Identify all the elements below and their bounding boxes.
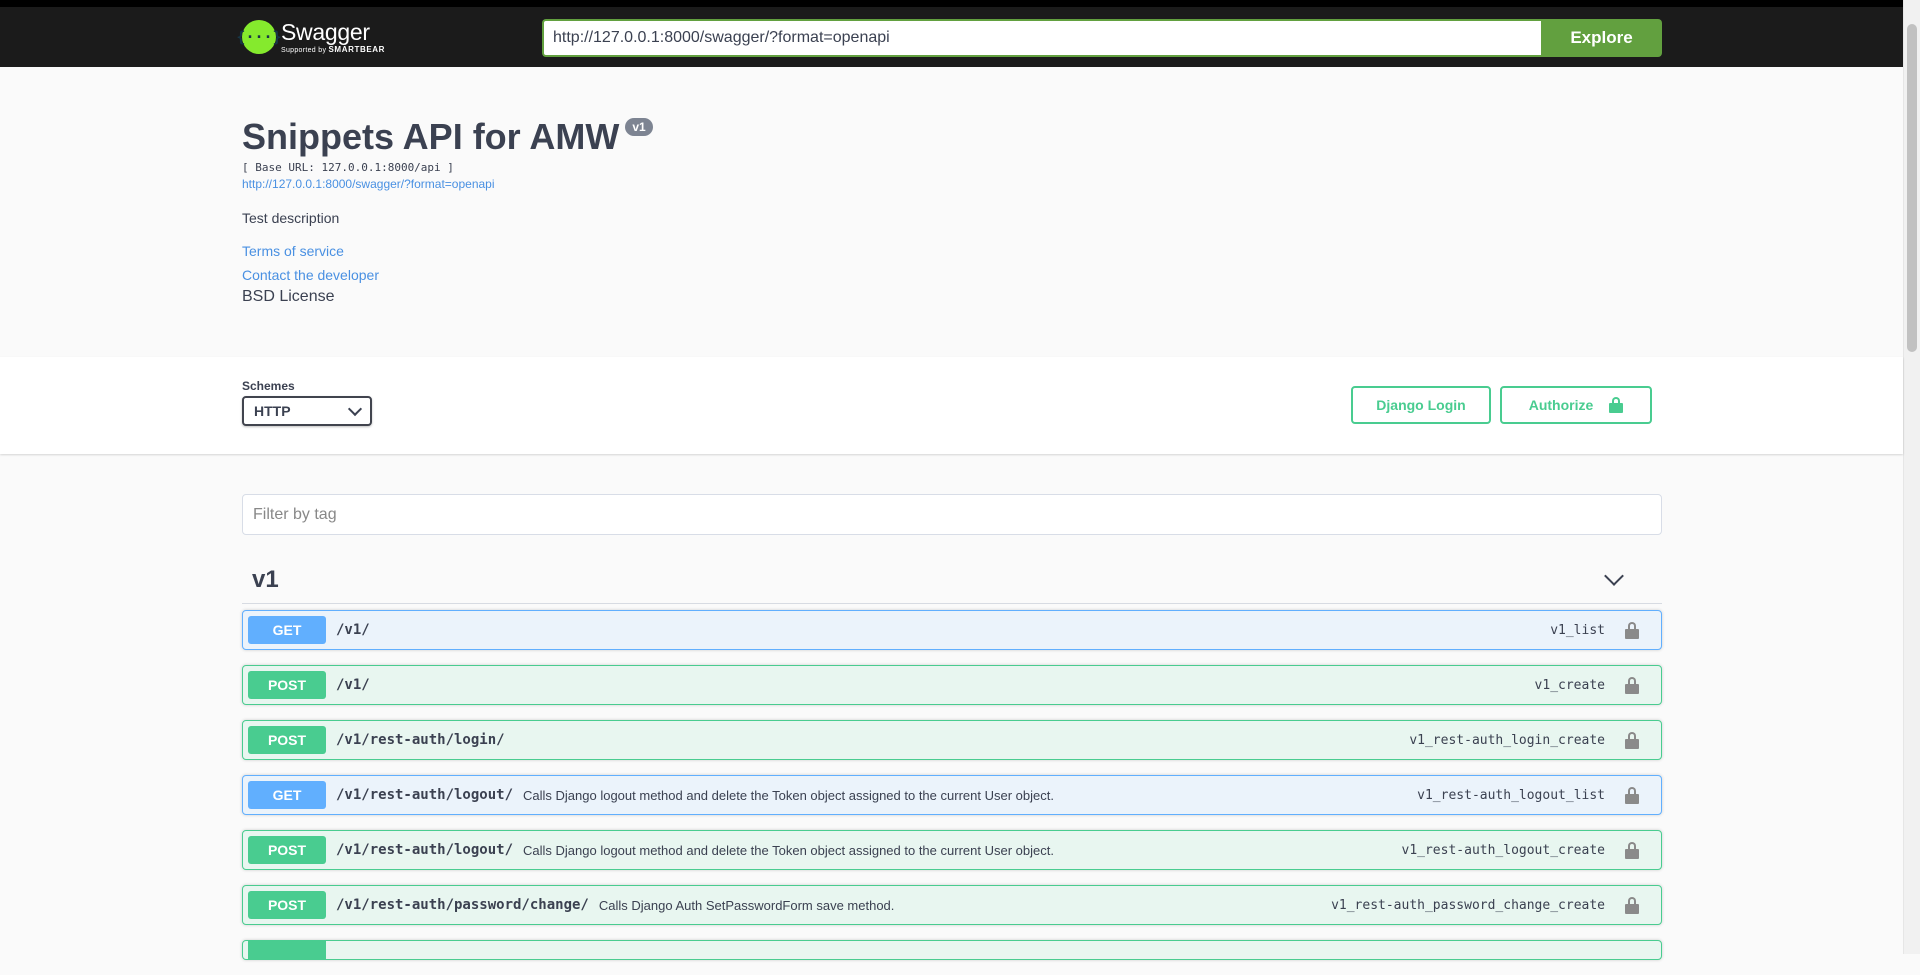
operation-path: /v1/rest-auth/password/change/ (336, 897, 589, 913)
swagger-logo-icon: {···} (236, 20, 282, 54)
lock-icon[interactable] (1625, 676, 1639, 694)
lock-icon (1609, 397, 1624, 413)
operation-row[interactable]: POST /v1/ v1_create (242, 665, 1662, 705)
lock-icon[interactable] (1625, 841, 1639, 859)
schemes-select[interactable]: HTTP (242, 396, 372, 426)
method-badge: GET (248, 781, 326, 809)
logo-subtitle: Supported by SMARTBEAR (281, 45, 385, 54)
topbar-edge (0, 0, 1903, 7)
spec-link[interactable]: http://127.0.0.1:8000/swagger/?format=op… (242, 177, 1662, 191)
operation-row[interactable]: GET /v1/ v1_list (242, 610, 1662, 650)
django-login-label: Django Login (1376, 397, 1466, 413)
operation-id: v1_rest-auth_logout_create (1401, 842, 1606, 858)
lock-icon[interactable] (1625, 621, 1639, 639)
api-info: Snippets API for AMW v1 [ Base URL: 127.… (242, 112, 1662, 306)
operations-list: GET /v1/ v1_list POST /v1/ v1_create POS… (242, 610, 1662, 975)
method-badge: POST (248, 836, 326, 864)
operation-path: /v1/rest-auth/logout/ (336, 787, 514, 803)
url-bar: Explore (542, 19, 1662, 57)
operation-path: /v1/rest-auth/logout/ (336, 842, 514, 858)
operation-row[interactable]: POST /v1/rest-auth/password/change/ Call… (242, 885, 1662, 925)
operation-id: v1_create (1534, 677, 1605, 693)
contact-developer-link[interactable]: Contact the developer (242, 267, 1662, 283)
operation-description: Calls Django logout method and delete th… (523, 842, 1054, 858)
authorize-label: Authorize (1528, 397, 1594, 413)
scrollbar-thumb[interactable] (1907, 24, 1917, 352)
operation-description: Calls Django Auth SetPasswordForm save m… (598, 897, 895, 913)
django-login-button[interactable]: Django Login (1351, 386, 1491, 424)
operation-id: v1_rest-auth_password_change_create (1331, 897, 1605, 913)
method-badge (248, 941, 326, 959)
chevron-down-icon (1604, 565, 1624, 586)
filter-by-tag-input[interactable] (242, 494, 1662, 535)
authorize-button[interactable]: Authorize (1500, 386, 1652, 424)
logo-brand: SMARTBEAR (328, 45, 386, 54)
operation-id: v1_list (1550, 622, 1605, 638)
method-badge: POST (248, 891, 326, 919)
operation-id: v1_rest-auth_logout_list (1417, 787, 1605, 803)
tag-name: v1 (252, 565, 279, 593)
chevron-down-icon (347, 401, 363, 416)
api-description: Test description (242, 210, 340, 226)
explore-button[interactable]: Explore (1541, 19, 1662, 57)
schemes-label: Schemes (242, 379, 295, 393)
version-badge: v1 (625, 118, 653, 136)
lock-icon[interactable] (1625, 786, 1639, 804)
terms-of-service-link[interactable]: Terms of service (242, 243, 1662, 259)
license-text: BSD License (242, 288, 335, 305)
spec-url-input[interactable] (542, 19, 1541, 57)
operation-row[interactable]: POST /v1/rest-auth/login/ v1_rest-auth_l… (242, 720, 1662, 760)
schemes-selected-value: HTTP (254, 403, 291, 419)
logo-title: Swagger (281, 19, 370, 45)
operation-path: /v1/ (336, 677, 370, 693)
operation-row[interactable]: GET /v1/rest-auth/logout/ Calls Django l… (242, 775, 1662, 815)
method-badge: GET (248, 616, 326, 644)
method-badge: POST (248, 726, 326, 754)
operation-row-partial[interactable] (242, 940, 1662, 960)
lock-icon[interactable] (1625, 896, 1639, 914)
topbar: {···} Swagger Supported by SMARTBEAR Exp… (0, 7, 1903, 67)
operation-description: Calls Django logout method and delete th… (523, 787, 1054, 803)
swagger-logo[interactable]: {···} Swagger Supported by SMARTBEAR (236, 17, 385, 57)
scheme-container: Schemes HTTP Django Login Authorize (0, 357, 1903, 454)
method-badge: POST (248, 671, 326, 699)
page-scrollbar[interactable] (1903, 0, 1920, 954)
tag-section-header[interactable]: v1 (242, 556, 1662, 604)
logo-supported-by: Supported by (281, 47, 327, 54)
operation-path: /v1/ (336, 622, 370, 638)
operation-row[interactable]: POST /v1/rest-auth/logout/ Calls Django … (242, 830, 1662, 870)
base-url: [ Base URL: 127.0.0.1:8000/api ] (242, 161, 454, 174)
lock-icon[interactable] (1625, 731, 1639, 749)
api-title: Snippets API for AMW (242, 116, 620, 157)
operation-path: /v1/rest-auth/login/ (336, 732, 505, 748)
operation-id: v1_rest-auth_login_create (1409, 732, 1605, 748)
